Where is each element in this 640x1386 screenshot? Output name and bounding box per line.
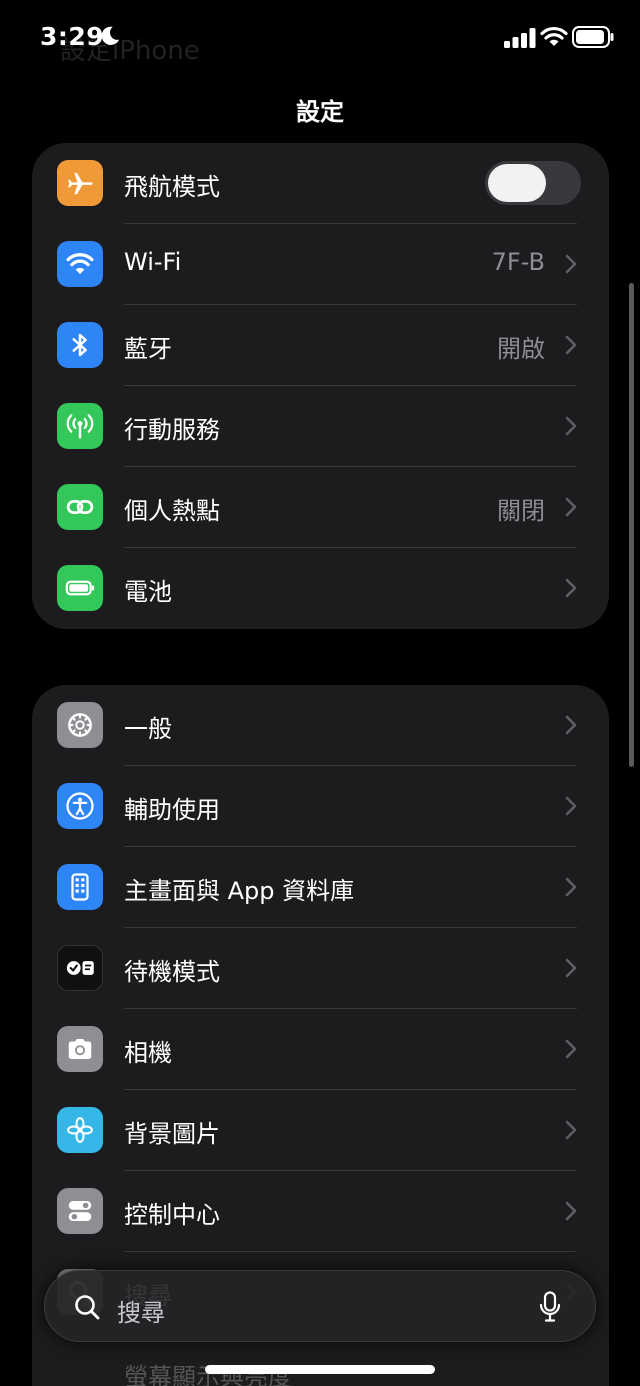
row-label: 輔助使用 [124, 796, 220, 824]
settings-row-standby[interactable]: 待機模式 [32, 928, 609, 1009]
settings-row-general[interactable]: 一般 [32, 685, 609, 766]
settings-row-camera[interactable]: 相機 [32, 1009, 609, 1090]
battery-icon [57, 565, 103, 611]
chevron-right-icon [565, 254, 577, 274]
row-label: Wi-Fi [124, 248, 182, 276]
chevron-right-icon [565, 877, 577, 897]
row-value: 7F-B [491, 248, 545, 276]
settings-row-bluetooth[interactable]: 藍牙 開啟 [32, 305, 609, 386]
row-label: 背景圖片 [124, 1120, 220, 1148]
row-label: 一般 [124, 715, 172, 743]
status-bar: 設定iPhone 3:29 [0, 0, 640, 80]
chevron-right-icon [565, 715, 577, 735]
chevron-right-icon [565, 1201, 577, 1221]
wallpaper-icon [57, 1107, 103, 1153]
settings-row-battery[interactable]: 電池 [32, 548, 609, 629]
cellular-icon [57, 403, 103, 449]
settings-group-connectivity: 飛航模式 Wi-Fi 7F-B 藍牙 開啟 行動服務 個人熱點 關閉 電池 [32, 143, 609, 629]
gear-icon [57, 702, 103, 748]
wifi-status-icon [540, 26, 568, 46]
chevron-right-icon [565, 796, 577, 816]
settings-row-wallpaper[interactable]: 背景圖片 [32, 1090, 609, 1171]
toggle-knob [488, 164, 546, 202]
status-time: 3:29 [40, 22, 105, 51]
row-label: 控制中心 [124, 1201, 220, 1229]
row-label: 行動服務 [124, 416, 220, 444]
signal-icon [504, 28, 536, 48]
settings-row-accessibility[interactable]: 輔助使用 [32, 766, 609, 847]
control-center-icon [57, 1188, 103, 1234]
row-label: 待機模式 [124, 958, 220, 986]
row-label: 主畫面與 App 資料庫 [124, 877, 355, 905]
settings-row-home-screen[interactable]: 主畫面與 App 資料庫 [32, 847, 609, 928]
search-icon [75, 1295, 100, 1320]
chevron-right-icon [565, 335, 577, 355]
wifi-icon [57, 241, 103, 287]
row-label: 個人熱點 [124, 497, 220, 525]
row-label: 相機 [124, 1039, 172, 1067]
home-indicator[interactable] [205, 1365, 435, 1374]
search-input[interactable]: 搜尋 [117, 1293, 165, 1328]
row-value: 關閉 [497, 497, 545, 525]
chevron-right-icon [565, 1120, 577, 1140]
settings-row-wifi[interactable]: Wi-Fi 7F-B [32, 224, 609, 305]
accessibility-icon [57, 783, 103, 829]
chevron-right-icon [565, 1039, 577, 1059]
camera-icon [57, 1026, 103, 1072]
battery-status-icon [572, 26, 614, 48]
row-label: 電池 [124, 578, 172, 606]
airplane-icon [57, 160, 103, 206]
settings-row-control-center[interactable]: 控制中心 [32, 1171, 609, 1252]
home-screen-icon [57, 864, 103, 910]
scroll-indicator[interactable] [629, 283, 634, 767]
standby-icon [57, 945, 103, 991]
hotspot-icon [57, 484, 103, 530]
page-title: 設定 [296, 98, 344, 126]
settings-row-hotspot[interactable]: 個人熱點 關閉 [32, 467, 609, 548]
chevron-right-icon [565, 416, 577, 436]
search-bar[interactable]: 搜尋 [44, 1270, 596, 1342]
chevron-right-icon [565, 578, 577, 598]
bluetooth-icon [57, 322, 103, 368]
chevron-right-icon [565, 497, 577, 517]
row-label: 飛航模式 [124, 173, 220, 201]
moon-icon [101, 26, 120, 45]
settings-row-cellular[interactable]: 行動服務 [32, 386, 609, 467]
airplane-mode-toggle[interactable] [485, 161, 581, 205]
microphone-icon[interactable] [539, 1291, 561, 1323]
settings-row-airplane-mode[interactable]: 飛航模式 [32, 143, 609, 224]
row-label: 藍牙 [124, 335, 172, 363]
chevron-right-icon [565, 958, 577, 978]
row-value: 開啟 [497, 335, 545, 363]
